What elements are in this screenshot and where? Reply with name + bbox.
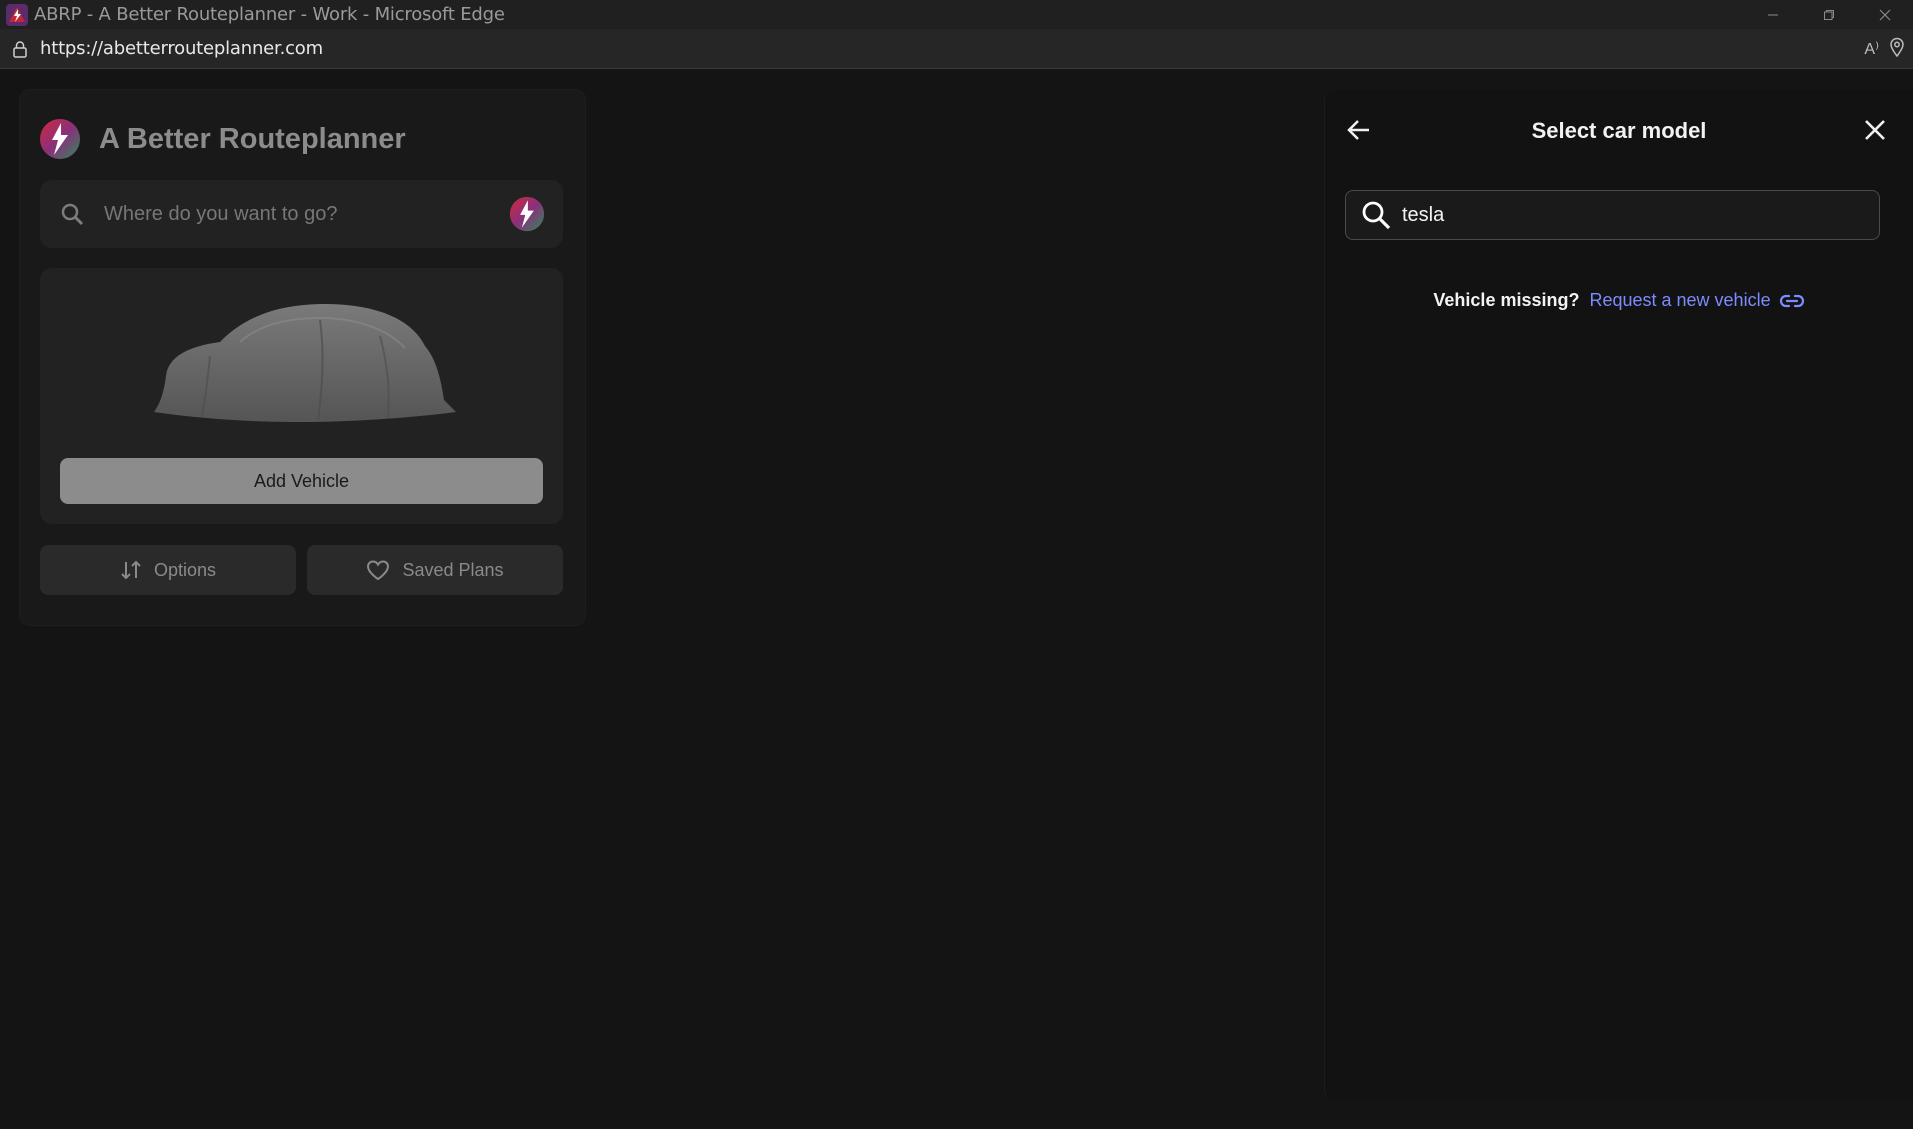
address-bar: https://abetterrouteplanner.com A⁾ — [0, 29, 1913, 69]
destination-search[interactable] — [40, 180, 563, 248]
abrp-logo — [39, 118, 81, 160]
panel-header: Select car model — [1325, 90, 1913, 170]
request-new-vehicle-link[interactable]: Request a new vehicle — [1589, 290, 1804, 311]
vehicle-missing-row: Vehicle missing? Request a new vehicle — [1325, 290, 1913, 311]
sort-arrows-icon — [121, 560, 141, 580]
options-button[interactable]: Options — [40, 545, 296, 595]
search-icon — [60, 202, 84, 226]
saved-plans-label: Saved Plans — [402, 559, 504, 580]
request-link-label[interactable]: Request a new vehicle — [1589, 290, 1770, 311]
window-title: ABRP - A Better Routeplanner - Work - Mi… — [34, 4, 505, 25]
link-icon — [1779, 294, 1804, 307]
car-model-search-input[interactable] — [1402, 203, 1852, 227]
destination-search-input[interactable] — [104, 202, 484, 226]
heart-icon — [367, 560, 390, 581]
select-car-model-panel: Select car model Vehicle missing? Reques… — [1325, 90, 1913, 1100]
search-icon — [1360, 199, 1392, 231]
location-icon[interactable] — [1889, 37, 1905, 62]
read-aloud-icon[interactable]: A⁾ — [1864, 39, 1879, 59]
url-field[interactable]: https://abetterrouteplanner.com — [40, 38, 323, 59]
lock-icon[interactable] — [12, 40, 28, 58]
close-window-icon[interactable] — [1857, 0, 1913, 29]
add-vehicle-button[interactable]: Add Vehicle — [60, 458, 543, 504]
vehicle-missing-text: Vehicle missing? — [1433, 290, 1580, 310]
abrp-app-icon — [6, 3, 28, 26]
covered-car-icon — [150, 296, 456, 426]
panel-title: Select car model — [1531, 118, 1707, 143]
close-icon[interactable] — [1861, 116, 1889, 144]
brand-header: A Better Routeplanner — [39, 118, 406, 160]
planner-panel: A Better Routeplanner Where do you want … — [20, 90, 585, 625]
restore-icon[interactable] — [1801, 0, 1857, 29]
abrp-logo-small-icon[interactable] — [509, 196, 545, 232]
vehicle-card: Add Vehicle — [40, 268, 563, 524]
options-label: Options — [153, 559, 217, 580]
minimize-icon[interactable] — [1745, 0, 1801, 29]
car-model-search[interactable] — [1345, 190, 1880, 240]
window-titlebar: ABRP - A Better Routeplanner - Work - Mi… — [0, 0, 1913, 29]
brand-name: A Better Routeplanner — [99, 122, 406, 155]
saved-plans-button[interactable]: Saved Plans — [307, 545, 563, 595]
